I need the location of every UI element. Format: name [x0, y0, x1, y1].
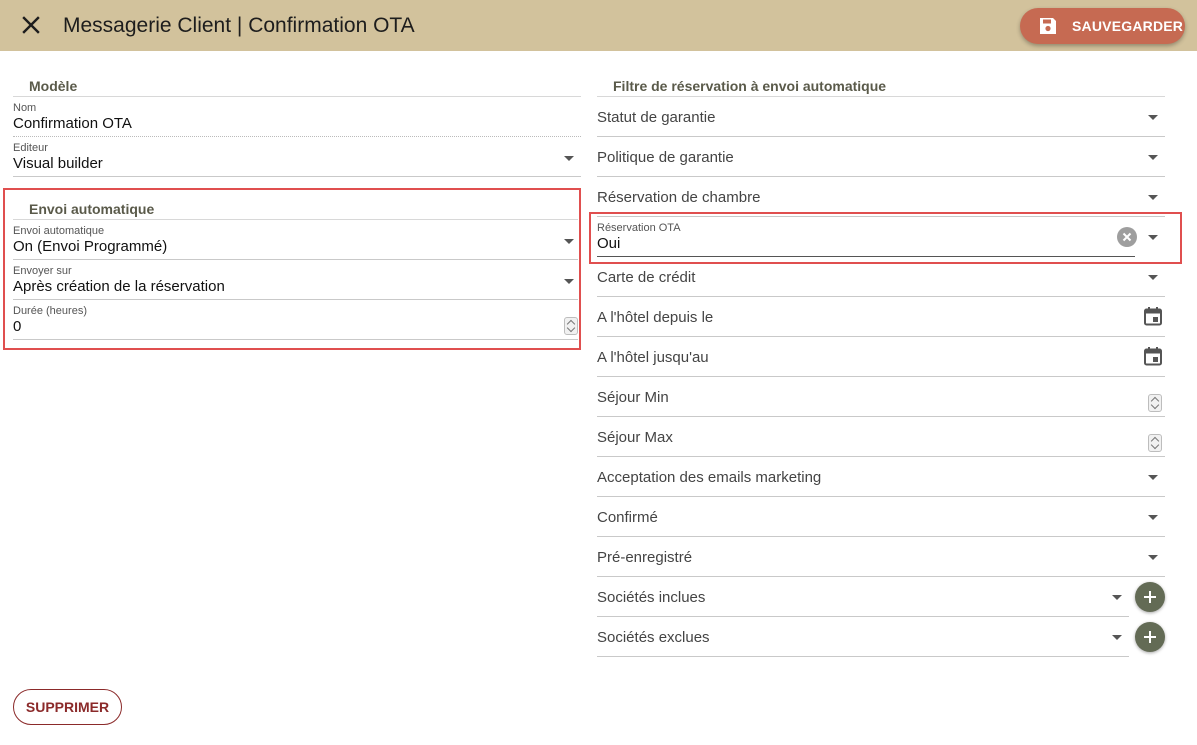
reservation-chambre-select[interactable]: Réservation de chambre: [597, 177, 1165, 217]
soc-excl-label: Sociétés exclues: [597, 629, 710, 646]
marketing-select[interactable]: Acceptation des emails marketing: [597, 457, 1165, 497]
chevron-down-icon: [1148, 555, 1158, 560]
section-modele-title: Modèle: [29, 78, 78, 94]
politique-garantie-select[interactable]: Politique de garantie: [597, 137, 1165, 177]
save-button[interactable]: SAUVEGARDER: [1020, 8, 1185, 44]
calendar-icon[interactable]: [1143, 346, 1163, 366]
nom-field[interactable]: Nom Confirmation OTA: [13, 100, 581, 137]
save-button-label: SAUVEGARDER: [1072, 18, 1184, 34]
sejour-min-label: Séjour Min: [597, 389, 669, 406]
field-underline: [13, 176, 581, 177]
add-societe-exclue-button[interactable]: [1135, 622, 1165, 652]
carte-label: Carte de crédit: [597, 269, 696, 286]
hotel-jusqu-date[interactable]: A l'hôtel jusqu'au: [597, 337, 1165, 377]
nom-label: Nom: [13, 102, 37, 114]
chevron-down-icon: [1148, 475, 1158, 480]
delete-button[interactable]: SUPPRIMER: [13, 689, 122, 725]
marketing-label: Acceptation des emails marketing: [597, 469, 822, 486]
add-societe-inclue-button[interactable]: [1135, 582, 1165, 612]
section-divider: [13, 96, 581, 97]
statut-garantie-select[interactable]: Statut de garantie: [597, 97, 1165, 137]
editeur-label: Editeur: [13, 142, 48, 154]
chevron-down-icon: [564, 156, 574, 161]
chevron-down-icon: [1148, 515, 1158, 520]
editeur-select[interactable]: Editeur Visual builder: [13, 140, 581, 177]
chevron-down-icon: [1148, 275, 1158, 280]
politique-label: Politique de garantie: [597, 149, 734, 166]
hotel-depuis-date[interactable]: A l'hôtel depuis le: [597, 297, 1165, 337]
editeur-value: Visual builder: [13, 155, 103, 172]
close-button[interactable]: [17, 11, 45, 39]
field-underline: [13, 136, 581, 137]
close-icon: [22, 16, 40, 34]
chambre-label: Réservation de chambre: [597, 189, 761, 206]
societes-inclues-select[interactable]: Sociétés inclues: [597, 577, 1129, 617]
section-filtre-title: Filtre de réservation à envoi automatiqu…: [613, 78, 887, 94]
sejour-min-input[interactable]: Séjour Min: [597, 377, 1165, 417]
statut-label: Statut de garantie: [597, 109, 716, 126]
preenregistre-select[interactable]: Pré-enregistré: [597, 537, 1165, 577]
carte-credit-select[interactable]: Carte de crédit: [597, 257, 1165, 297]
depuis-label: A l'hôtel depuis le: [597, 309, 714, 326]
confirme-select[interactable]: Confirmé: [597, 497, 1165, 537]
chevron-down-icon: [1112, 635, 1122, 640]
number-stepper[interactable]: [1148, 394, 1162, 412]
societes-exclues-select[interactable]: Sociétés exclues: [597, 617, 1129, 657]
jusqu-label: A l'hôtel jusqu'au: [597, 349, 709, 366]
field-underline: [597, 656, 1129, 657]
sejour-max-input[interactable]: Séjour Max: [597, 417, 1165, 457]
highlight-box: [3, 188, 581, 350]
floppy-disk-icon: [1040, 18, 1056, 34]
soc-incl-label: Sociétés inclues: [597, 589, 706, 606]
confirme-label: Confirmé: [597, 509, 658, 526]
number-stepper[interactable]: [1148, 434, 1162, 452]
chevron-down-icon: [1148, 115, 1158, 120]
chevron-down-icon: [1148, 195, 1158, 200]
chevron-down-icon: [1112, 595, 1122, 600]
nom-value: Confirmation OTA: [13, 115, 132, 132]
preenreg-label: Pré-enregistré: [597, 549, 693, 566]
chevron-down-icon: [1148, 155, 1158, 160]
top-bar: Messagerie Client | Confirmation OTA SAU…: [0, 0, 1197, 51]
calendar-icon[interactable]: [1143, 306, 1163, 326]
sejour-max-label: Séjour Max: [597, 429, 673, 446]
page-title: Messagerie Client | Confirmation OTA: [63, 14, 415, 37]
